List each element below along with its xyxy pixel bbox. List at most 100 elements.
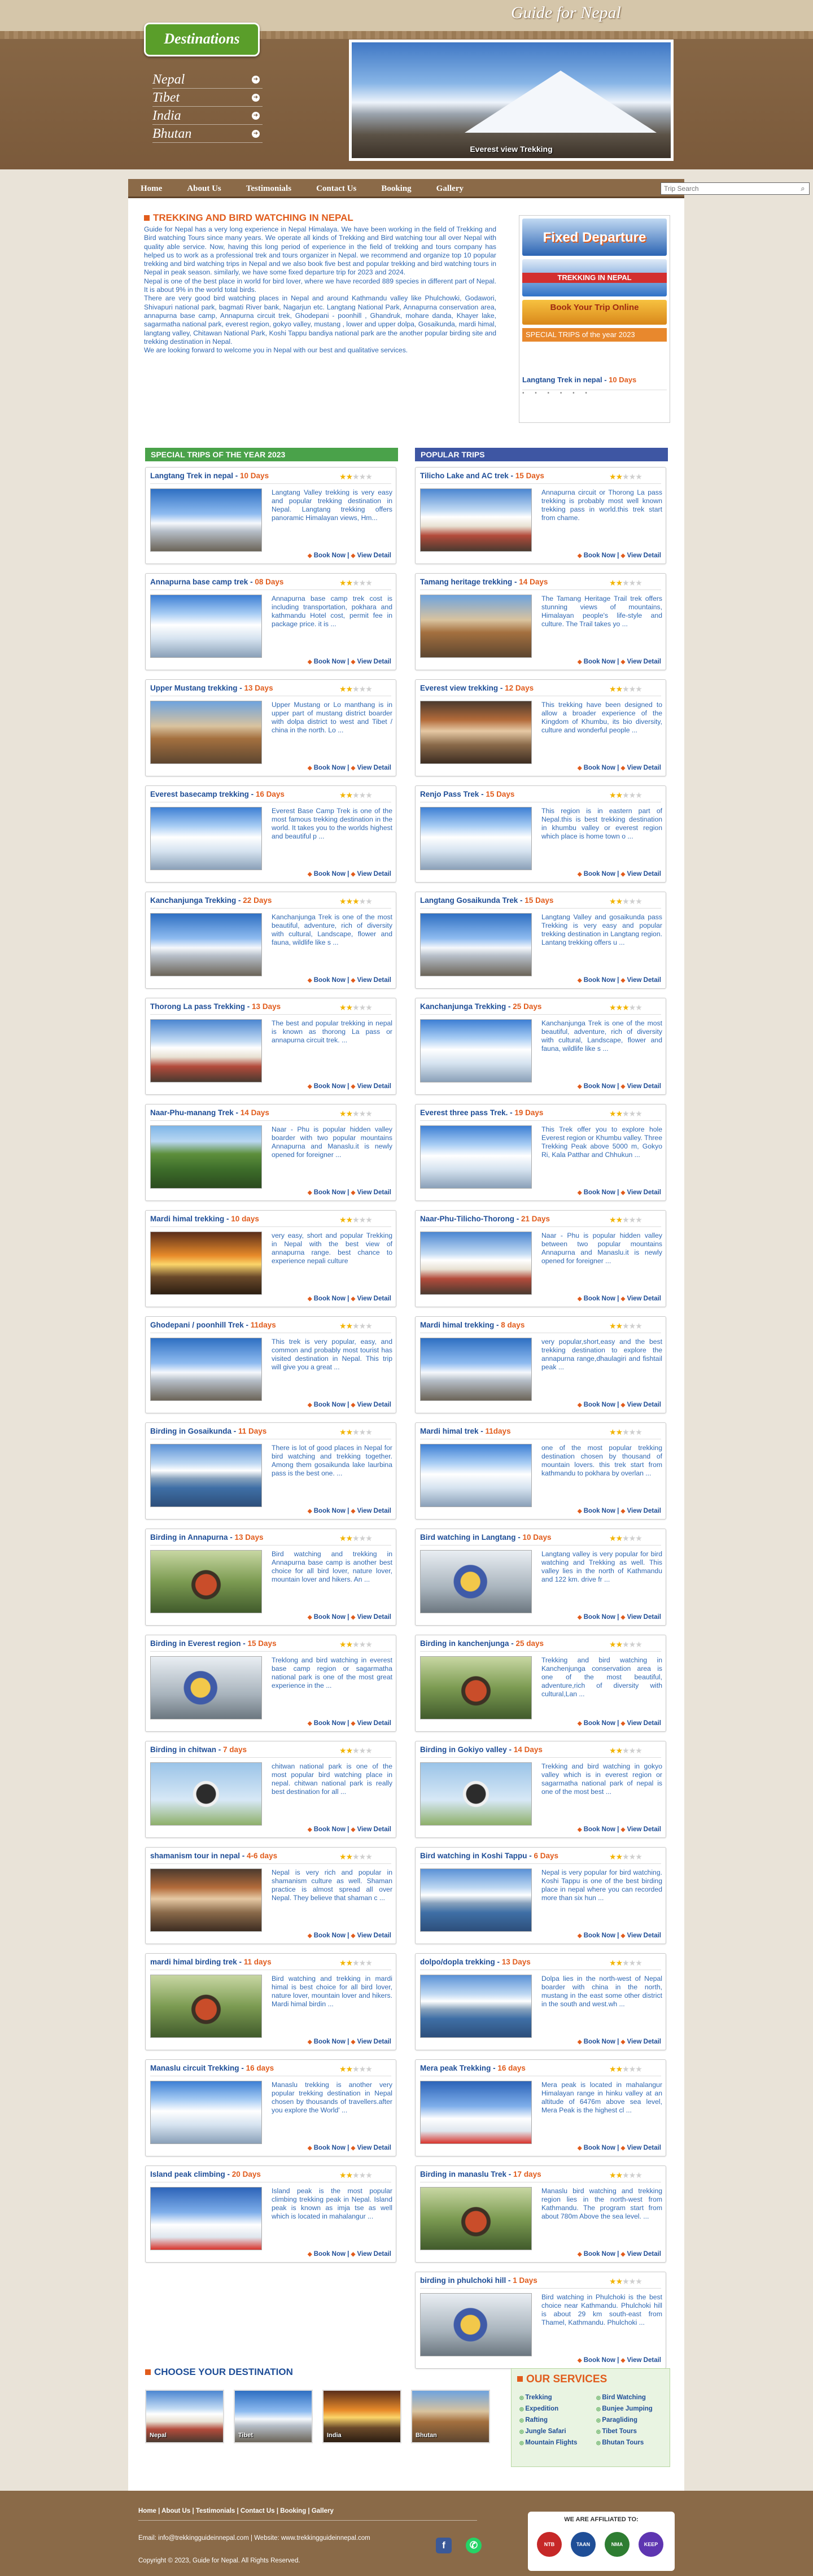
trip-image[interactable] bbox=[420, 2187, 532, 2250]
view-detail-link[interactable]: View Detail bbox=[627, 552, 661, 559]
trip-image[interactable] bbox=[420, 1232, 532, 1295]
book-now-link[interactable]: Book Now bbox=[584, 977, 615, 984]
footer-link-testimonials[interactable]: Testimonials bbox=[196, 2508, 235, 2514]
view-detail-link[interactable]: View Detail bbox=[627, 1083, 661, 1090]
trip-title-link[interactable]: Birding in kanchenjunga - 25 days bbox=[420, 1639, 572, 1648]
trip-image[interactable] bbox=[420, 1656, 532, 1719]
destination-item-tibet[interactable]: Tibet ➜ bbox=[152, 89, 263, 107]
destination-thumb-tibet[interactable]: Tibet bbox=[234, 2390, 313, 2443]
book-now-link[interactable]: Book Now bbox=[584, 1508, 615, 1514]
trip-title-link[interactable]: Langtang Gosaikunda Trek - 15 Days bbox=[420, 896, 572, 905]
book-now-link[interactable]: Book Now bbox=[314, 1614, 346, 1621]
book-now-link[interactable]: Book Now bbox=[314, 2145, 346, 2151]
nav-home[interactable]: Home bbox=[128, 179, 174, 198]
view-detail-link[interactable]: View Detail bbox=[357, 871, 391, 877]
destination-thumb-nepal[interactable]: Nepal bbox=[145, 2390, 224, 2443]
view-detail-link[interactable]: View Detail bbox=[627, 977, 661, 984]
trip-title-link[interactable]: Birding in Gosaikunda - 11 Days bbox=[150, 1427, 303, 1436]
book-now-link[interactable]: Book Now bbox=[314, 1295, 346, 1302]
service-bhutan-tours[interactable]: Bhutan Tours bbox=[596, 2439, 644, 2446]
trip-image[interactable] bbox=[420, 1125, 532, 1189]
view-detail-link[interactable]: View Detail bbox=[357, 2038, 391, 2045]
trip-image[interactable] bbox=[420, 2081, 532, 2144]
trip-title-link[interactable]: Naar-Phu-Tilicho-Thorong - 21 Days bbox=[420, 1215, 572, 1224]
view-detail-link[interactable]: View Detail bbox=[357, 1508, 391, 1514]
trip-image[interactable] bbox=[420, 1975, 532, 2038]
service-trekking[interactable]: Trekking bbox=[519, 2394, 552, 2401]
book-now-link[interactable]: Book Now bbox=[314, 1083, 346, 1090]
trip-title-link[interactable]: Naar-Phu-manang Trek - 14 Days bbox=[150, 1108, 303, 1117]
nav-contact[interactable]: Contact Us bbox=[304, 179, 369, 198]
book-now-link[interactable]: Book Now bbox=[584, 658, 615, 665]
book-now-link[interactable]: Book Now bbox=[584, 871, 615, 877]
service-tibet-tours[interactable]: Tibet Tours bbox=[596, 2428, 637, 2435]
nav-about[interactable]: About Us bbox=[174, 179, 233, 198]
view-detail-link[interactable]: View Detail bbox=[357, 1826, 391, 1833]
book-now-link[interactable]: Book Now bbox=[314, 2251, 346, 2258]
book-now-link[interactable]: Book Now bbox=[314, 1720, 346, 1727]
book-now-link[interactable]: Book Now bbox=[584, 1932, 615, 1939]
trip-image[interactable] bbox=[150, 913, 262, 976]
trip-title-link[interactable]: shamanism tour in nepal - 4-6 days bbox=[150, 1852, 303, 1861]
view-detail-link[interactable]: View Detail bbox=[627, 2357, 661, 2364]
trip-title-link[interactable]: Bird watching in Langtang - 10 Days bbox=[420, 1533, 572, 1542]
view-detail-link[interactable]: View Detail bbox=[357, 1189, 391, 1196]
sidebar-featured-trip[interactable]: Langtang Trek in nepal - 10 Days bbox=[522, 376, 667, 384]
destination-item-bhutan[interactable]: Bhutan ➜ bbox=[152, 125, 263, 143]
whatsapp-icon[interactable]: ✆ bbox=[466, 2538, 482, 2553]
trip-title-link[interactable]: Tamang heritage trekking - 14 Days bbox=[420, 578, 572, 587]
trip-title-link[interactable]: Langtang Trek in nepal - 10 Days bbox=[150, 471, 303, 481]
trekking-in-nepal-banner[interactable]: TREKKING IN NEPAL bbox=[522, 259, 667, 296]
view-detail-link[interactable]: View Detail bbox=[357, 552, 391, 559]
trip-image[interactable] bbox=[420, 1762, 532, 1826]
view-detail-link[interactable]: View Detail bbox=[357, 1932, 391, 1939]
service-rafting[interactable]: Rafting bbox=[519, 2417, 548, 2424]
trip-title-link[interactable]: birding in phulchoki hill - 1 Days bbox=[420, 2276, 572, 2285]
trip-image[interactable] bbox=[150, 1550, 262, 1613]
destination-item-india[interactable]: India ➜ bbox=[152, 107, 263, 125]
view-detail-link[interactable]: View Detail bbox=[627, 2038, 661, 2045]
trip-image[interactable] bbox=[420, 701, 532, 764]
view-detail-link[interactable]: View Detail bbox=[357, 658, 391, 665]
trip-image[interactable] bbox=[150, 1656, 262, 1719]
trip-image[interactable] bbox=[420, 488, 532, 552]
destination-thumb-bhutan[interactable]: Bhutan bbox=[411, 2390, 490, 2443]
trip-image[interactable] bbox=[420, 807, 532, 870]
view-detail-link[interactable]: View Detail bbox=[357, 2251, 391, 2258]
book-now-link[interactable]: Book Now bbox=[314, 658, 346, 665]
trip-title-link[interactable]: Mardi himal trekking - 10 days bbox=[150, 1215, 303, 1224]
footer-link-booking[interactable]: Booking bbox=[280, 2508, 306, 2514]
book-now-link[interactable]: Book Now bbox=[584, 2038, 615, 2045]
trip-title-link[interactable]: Everest three pass Trek. - 19 Days bbox=[420, 1108, 572, 1117]
trip-image[interactable] bbox=[420, 595, 532, 658]
trip-image[interactable] bbox=[420, 2293, 532, 2356]
trip-image[interactable] bbox=[420, 1868, 532, 1932]
hero-slideshow[interactable]: Everest view Trekking bbox=[349, 40, 674, 161]
nav-gallery[interactable]: Gallery bbox=[424, 179, 476, 198]
trip-image[interactable] bbox=[150, 1868, 262, 1932]
book-now-link[interactable]: Book Now bbox=[314, 552, 346, 559]
destination-item-nepal[interactable]: Nepal ➜ bbox=[152, 71, 263, 89]
trip-image[interactable] bbox=[420, 1338, 532, 1401]
trip-title-link[interactable]: Tilicho Lake and AC trek - 15 Days bbox=[420, 471, 572, 481]
view-detail-link[interactable]: View Detail bbox=[357, 1295, 391, 1302]
book-now-link[interactable]: Book Now bbox=[584, 1720, 615, 1727]
book-now-link[interactable]: Book Now bbox=[584, 2145, 615, 2151]
book-now-link[interactable]: Book Now bbox=[584, 552, 615, 559]
book-now-link[interactable]: Book Now bbox=[584, 1401, 615, 1408]
view-detail-link[interactable]: View Detail bbox=[627, 1826, 661, 1833]
sidebar-pager-dots[interactable]: • • • • • • bbox=[522, 390, 667, 396]
book-now-link[interactable]: Book Now bbox=[314, 871, 346, 877]
nav-testimonials[interactable]: Testimonials bbox=[234, 179, 304, 198]
service-bird-watching[interactable]: Bird Watching bbox=[596, 2394, 646, 2401]
book-now-link[interactable]: Book Now bbox=[584, 2357, 615, 2364]
trip-image[interactable] bbox=[150, 488, 262, 552]
trip-title-link[interactable]: Kanchanjunga Trekking - 22 Days bbox=[150, 896, 303, 905]
view-detail-link[interactable]: View Detail bbox=[357, 1614, 391, 1621]
view-detail-link[interactable]: View Detail bbox=[627, 871, 661, 877]
footer-link-home[interactable]: Home bbox=[138, 2508, 156, 2514]
trip-image[interactable] bbox=[150, 1232, 262, 1295]
trip-title-link[interactable]: Mardi himal trek - 11days bbox=[420, 1427, 572, 1436]
view-detail-link[interactable]: View Detail bbox=[357, 1401, 391, 1408]
book-now-link[interactable]: Book Now bbox=[314, 1401, 346, 1408]
